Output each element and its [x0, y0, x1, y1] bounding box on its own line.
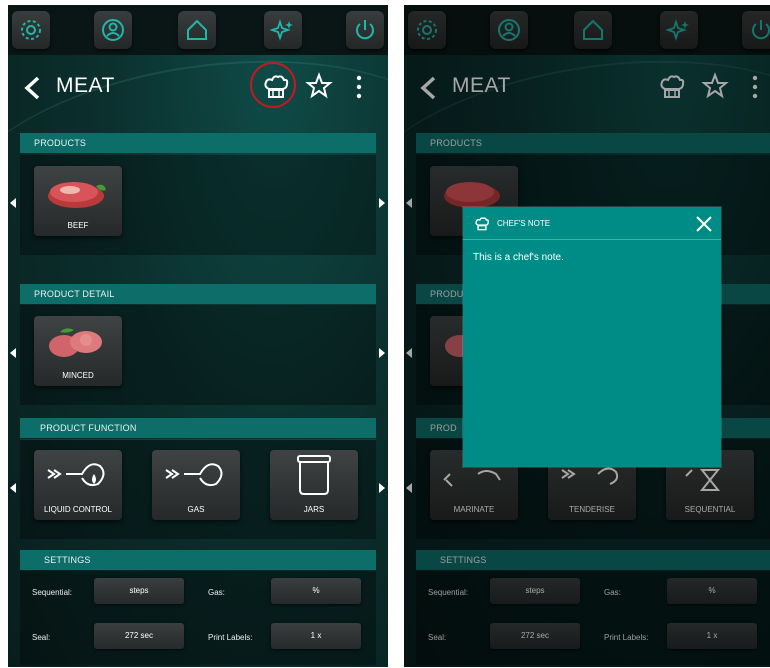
phone-screen-right: MEAT PRODUCTS PRODU PROD MARINATE TENDER… — [404, 5, 770, 667]
back-chevron-icon[interactable] — [20, 74, 44, 102]
more-vertical-icon[interactable] — [354, 72, 364, 102]
section-header-product-function: PRODUCT FUNCTION — [20, 418, 376, 438]
sparkle-icon — [270, 19, 293, 41]
close-icon[interactable] — [695, 215, 713, 233]
user-icon — [102, 19, 124, 41]
function-tile-jars[interactable]: JARS — [270, 450, 358, 520]
page-title: MEAT — [56, 74, 115, 97]
title-bar: MEAT — [8, 60, 388, 115]
phone-screen-left: MEAT PRODUCTS BEEF PRODUCT DETAIL MINCED… — [8, 5, 388, 667]
beef-image — [48, 182, 106, 208]
chef-hat-icon[interactable] — [260, 71, 292, 103]
setting-label-gas: Gas: — [208, 588, 225, 597]
divider — [20, 439, 376, 440]
section-header-product-detail: PRODUCT DETAIL — [20, 284, 376, 304]
scroll-right-arrow[interactable] — [379, 483, 385, 493]
scroll-left-arrow[interactable] — [10, 348, 16, 358]
gas-icon — [165, 463, 223, 487]
dialog-header: CHEF'S NOTE — [463, 207, 721, 240]
liquid-control-icon — [47, 463, 105, 487]
print-labels-field[interactable]: 1 x — [271, 623, 361, 649]
dialog-body-text: This is a chef's note. — [473, 252, 564, 263]
scroll-left-arrow[interactable] — [10, 198, 16, 208]
gas-field[interactable]: % — [271, 578, 361, 604]
chef-hat-icon — [475, 217, 489, 231]
gear-icon — [21, 20, 41, 40]
seal-field[interactable]: 272 sec — [94, 623, 184, 649]
top-toolbar — [8, 5, 388, 55]
tile-label: JARS — [303, 505, 325, 514]
scroll-right-arrow[interactable] — [379, 198, 385, 208]
sequential-field[interactable]: steps — [94, 578, 184, 604]
scroll-right-arrow[interactable] — [379, 348, 385, 358]
section-header-products: PRODUCTS — [20, 133, 376, 153]
star-icon[interactable] — [305, 72, 333, 100]
jar-icon — [297, 455, 331, 495]
setting-label-sequential: Sequential: — [32, 588, 73, 597]
tile-label: MINCED — [62, 371, 94, 380]
function-tile-gas[interactable]: GAS — [152, 450, 240, 520]
power-button[interactable] — [346, 11, 384, 49]
home-button[interactable] — [178, 11, 216, 49]
setting-label-seal: Seal: — [32, 633, 51, 642]
home-icon — [187, 19, 207, 40]
tile-label: BEEF — [67, 221, 89, 230]
setting-label-print-labels: Print Labels: — [208, 633, 253, 642]
dialog-title: CHEF'S NOTE — [497, 219, 551, 228]
user-button[interactable] — [94, 11, 132, 49]
tile-label: GAS — [187, 505, 205, 514]
chefs-note-dialog: CHEF'S NOTE This is a chef's note. — [463, 207, 721, 467]
tile-label: LIQUID CONTROL — [43, 505, 112, 514]
power-icon — [356, 20, 374, 40]
function-tile-liquid-control[interactable]: LIQUID CONTROL — [34, 450, 122, 520]
settings-button[interactable] — [12, 11, 50, 49]
product-tile-minced[interactable]: MINCED — [34, 316, 122, 386]
product-tile-beef[interactable]: BEEF — [34, 166, 122, 236]
section-header-settings: SETTINGS — [20, 550, 376, 570]
scroll-left-arrow[interactable] — [10, 483, 16, 493]
minced-meat-image — [49, 328, 102, 357]
clean-button[interactable] — [264, 11, 302, 49]
